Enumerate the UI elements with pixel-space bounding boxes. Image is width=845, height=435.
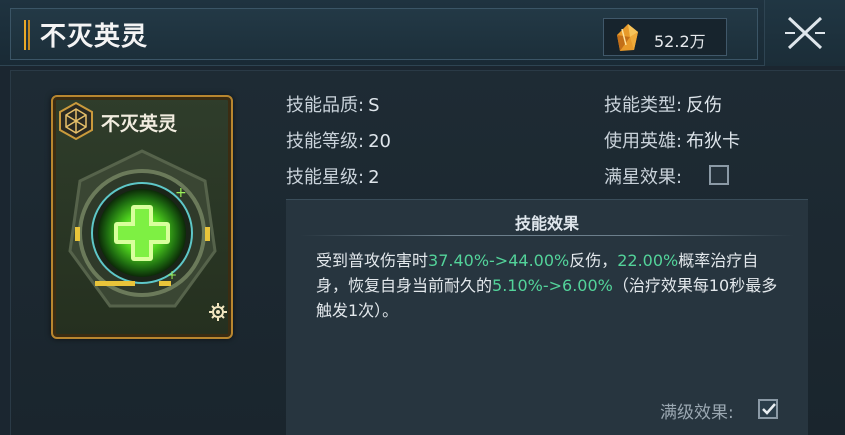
effect-text-1: 受到普攻伤害时 <box>316 251 429 270</box>
currency-display: 52.2万 <box>603 18 727 56</box>
gear-icon <box>209 303 227 321</box>
stat-level-value: 20 <box>368 131 391 152</box>
stat-fullstar: 满星效果: <box>604 163 682 189</box>
currency-value: 52.2万 <box>654 32 706 51</box>
stat-hero-label: 使用英雄: <box>604 131 683 152</box>
green-cross-heal-icon: + + <box>68 149 217 308</box>
stat-level: 技能等级: 20 <box>286 127 391 153</box>
stat-quality: 技能品质: S <box>286 91 380 117</box>
close-button[interactable] <box>764 0 845 66</box>
stat-quality-value: S <box>368 95 380 116</box>
effect-highlight-reflect: 37.40%->44.00% <box>428 251 570 270</box>
effect-text-2: 反伤， <box>569 251 618 270</box>
effect-highlight-heal: 5.10%->6.00% <box>492 276 613 295</box>
effect-description: 受到普攻伤害时37.40%->44.00%反伤，22.00%概率治疗自身，恢复自… <box>316 248 786 323</box>
stat-hero-value: 布狄卡 <box>686 131 741 152</box>
stat-level-label: 技能等级: <box>286 131 365 152</box>
svg-text:+: + <box>167 268 177 282</box>
card-title: 不灭英灵 <box>101 113 178 135</box>
shield-emblem-icon <box>59 101 93 141</box>
maxlevel-checkbox[interactable] <box>758 399 778 419</box>
stat-star: 技能星级: 2 <box>286 163 380 189</box>
stat-star-label: 技能星级: <box>286 167 365 188</box>
stat-type-value: 反伤 <box>686 95 723 116</box>
page-title: 不灭英灵 <box>40 22 149 52</box>
checkmark-icon <box>762 403 776 415</box>
header-bar: 不灭英灵 52.2万 <box>0 0 845 66</box>
effect-divider <box>300 235 794 236</box>
stat-type-label: 技能类型: <box>604 95 683 116</box>
svg-text:+: + <box>175 185 187 201</box>
stat-star-value: 2 <box>368 167 380 188</box>
skill-card: 不灭英灵 + + <box>51 95 233 339</box>
maxlevel-label: 满级效果: <box>660 403 734 423</box>
effect-highlight-chance: 22.00% <box>617 251 679 270</box>
effect-title: 技能效果 <box>514 214 579 233</box>
title-accent <box>24 20 30 50</box>
stat-hero: 使用英雄: 布狄卡 <box>604 127 740 153</box>
fullstar-checkbox[interactable] <box>709 165 729 185</box>
stat-fullstar-label: 满星效果: <box>604 167 683 188</box>
stat-type: 技能类型: 反伤 <box>604 91 722 117</box>
crystal-icon <box>617 24 638 51</box>
close-icon <box>785 16 825 50</box>
stat-quality-label: 技能品质: <box>286 95 365 116</box>
